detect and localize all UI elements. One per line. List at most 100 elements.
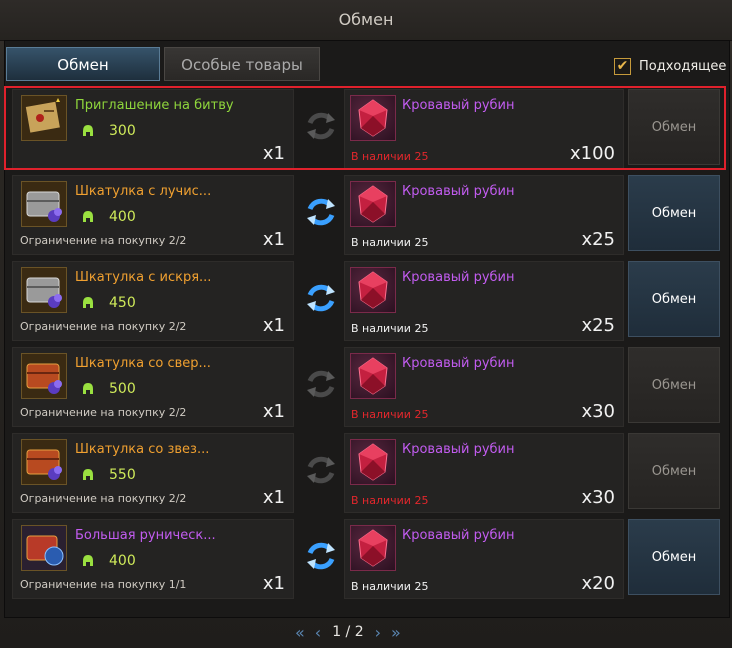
item-name: Шкатулка со звез... xyxy=(75,442,210,457)
blood-ruby-icon[interactable] xyxy=(350,267,396,313)
exchange-row[interactable]: Шкатулка с лучис... 400 Ограничение на пок… xyxy=(8,175,724,257)
cost-item-cell: Шкатулка со свер... 500 Ограничение на пок… xyxy=(12,347,294,427)
exchange-row[interactable]: Большая руническ... 400 Ограничение на пок… xyxy=(8,519,724,601)
cost-quantity: x1 xyxy=(262,487,285,508)
cost-display: 400 xyxy=(81,552,136,570)
stock-text: В наличии 25 xyxy=(351,494,429,507)
exchange-button[interactable]: Обмен xyxy=(628,347,720,423)
suitable-filter[interactable]: ✔ Подходящее xyxy=(614,56,726,76)
cost-display: 450 xyxy=(81,294,136,312)
reward-item-cell: Кровавый рубин В наличии 25 x25 xyxy=(344,175,624,255)
cost-quantity: x1 xyxy=(262,401,285,422)
reward-name: Кровавый рубин xyxy=(402,528,515,543)
cost-display: 400 xyxy=(81,208,136,226)
cost-value: 450 xyxy=(109,295,136,311)
rune-chest-icon[interactable] xyxy=(21,525,67,571)
purchase-limit: Ограничение на покупку 2/2 xyxy=(20,234,187,247)
purchase-limit: Ограничение на покупку 2/2 xyxy=(20,320,187,333)
helmet-currency-icon xyxy=(83,383,93,394)
cost-quantity: x1 xyxy=(262,573,285,594)
exchange-row[interactable]: Приглашение на битву 300 x1 Кровавый рубин В… xyxy=(8,89,724,171)
window-title: Обмен xyxy=(338,10,394,29)
item-name: Приглашение на битву xyxy=(75,98,234,113)
cost-display: 500 xyxy=(81,380,136,398)
item-name: Большая руническ... xyxy=(75,528,216,543)
first-page-icon[interactable]: « xyxy=(295,623,305,642)
cost-value: 400 xyxy=(109,553,136,569)
exchange-row[interactable]: Шкатулка со звез... 550 Ограничение на пок… xyxy=(8,433,724,515)
reward-item-cell: Кровавый рубин В наличии 25 x100 xyxy=(344,89,624,169)
suitable-filter-label: Подходящее xyxy=(639,58,727,74)
exchange-arrow-icon xyxy=(304,195,338,229)
helmet-currency-icon xyxy=(83,297,93,308)
blood-ruby-icon[interactable] xyxy=(350,353,396,399)
exchange-arrow-icon xyxy=(304,453,338,487)
suitable-checkbox[interactable]: ✔ xyxy=(614,57,631,75)
blood-ruby-icon[interactable] xyxy=(350,439,396,485)
window-titlebar[interactable]: Обмен xyxy=(0,0,732,41)
reward-name: Кровавый рубин xyxy=(402,184,515,199)
item-name: Шкатулка со свер... xyxy=(75,356,211,371)
cost-item-cell: Приглашение на битву 300 x1 xyxy=(12,89,294,169)
exchange-button[interactable]: Обмен xyxy=(628,433,720,509)
cost-item-cell: Шкатулка с искря... 450 Ограничение на пок… xyxy=(12,261,294,341)
stock-text: В наличии 25 xyxy=(351,322,429,335)
reward-quantity: x30 xyxy=(581,487,615,508)
purchase-limit: Ограничение на покупку 2/2 xyxy=(20,492,187,505)
exchange-row[interactable]: Шкатулка со свер... 500 Ограничение на пок… xyxy=(8,347,724,429)
helmet-currency-icon xyxy=(83,125,93,136)
stock-text: В наличии 25 xyxy=(351,580,429,593)
red-chest-icon[interactable] xyxy=(21,353,67,399)
exchange-button[interactable]: Обмен xyxy=(628,175,720,251)
purchase-limit: Ограничение на покупку 2/2 xyxy=(20,406,187,419)
cost-value: 400 xyxy=(109,209,136,225)
exchange-arrow-icon xyxy=(304,281,338,315)
reward-item-cell: Кровавый рубин В наличии 25 x25 xyxy=(344,261,624,341)
exchange-arrow-icon xyxy=(304,367,338,401)
blood-ruby-icon[interactable] xyxy=(350,95,396,141)
silver-chest-icon[interactable] xyxy=(21,181,67,227)
exchange-window: Обмен Обмен Особые товары ✔ Подходящее П… xyxy=(0,0,732,648)
checkmark-icon: ✔ xyxy=(616,58,629,74)
reward-item-cell: Кровавый рубин В наличии 25 x20 xyxy=(344,519,624,599)
reward-quantity: x100 xyxy=(569,143,615,164)
exchange-button[interactable]: Обмен xyxy=(628,261,720,337)
reward-name: Кровавый рубин xyxy=(402,356,515,371)
cost-display: 550 xyxy=(81,466,136,484)
helmet-currency-icon xyxy=(83,555,93,566)
exchange-arrow-icon xyxy=(304,109,338,143)
exchange-row[interactable]: Шкатулка с искря... 450 Ограничение на пок… xyxy=(8,261,724,343)
next-page-icon[interactable]: › xyxy=(375,623,381,642)
purchase-limit: Ограничение на покупку 1/1 xyxy=(20,578,187,591)
cost-quantity: x1 xyxy=(262,315,285,336)
battle-invitation-icon[interactable] xyxy=(21,95,67,141)
tab-special-goods[interactable]: Особые товары xyxy=(164,47,320,81)
blood-ruby-icon[interactable] xyxy=(350,525,396,571)
exchange-button[interactable]: Обмен xyxy=(628,519,720,595)
exchange-button[interactable]: Обмен xyxy=(628,89,720,165)
stock-text: В наличии 25 xyxy=(351,408,429,421)
cost-value: 550 xyxy=(109,467,136,483)
reward-item-cell: Кровавый рубин В наличии 25 x30 xyxy=(344,347,624,427)
pagination: « ‹ 1 / 2 › » xyxy=(290,622,406,642)
tab-exchange[interactable]: Обмен xyxy=(6,47,160,81)
exchange-arrow-icon xyxy=(304,539,338,573)
reward-item-cell: Кровавый рубин В наличии 25 x30 xyxy=(344,433,624,513)
red-chest-icon[interactable] xyxy=(21,439,67,485)
prev-page-icon[interactable]: ‹ xyxy=(315,623,321,642)
reward-name: Кровавый рубин xyxy=(402,270,515,285)
cost-quantity: x1 xyxy=(262,143,285,164)
cost-value: 300 xyxy=(109,123,136,139)
item-name: Шкатулка с лучис... xyxy=(75,184,212,199)
page-indicator: 1 / 2 xyxy=(332,624,364,640)
reward-name: Кровавый рубин xyxy=(402,98,515,113)
silver-chest-icon[interactable] xyxy=(21,267,67,313)
stock-text: В наличии 25 xyxy=(351,236,429,249)
helmet-currency-icon xyxy=(83,211,93,222)
reward-name: Кровавый рубин xyxy=(402,442,515,457)
reward-quantity: x25 xyxy=(581,315,615,336)
last-page-icon[interactable]: » xyxy=(391,623,401,642)
stock-text: В наличии 25 xyxy=(351,150,429,163)
cost-quantity: x1 xyxy=(262,229,285,250)
blood-ruby-icon[interactable] xyxy=(350,181,396,227)
